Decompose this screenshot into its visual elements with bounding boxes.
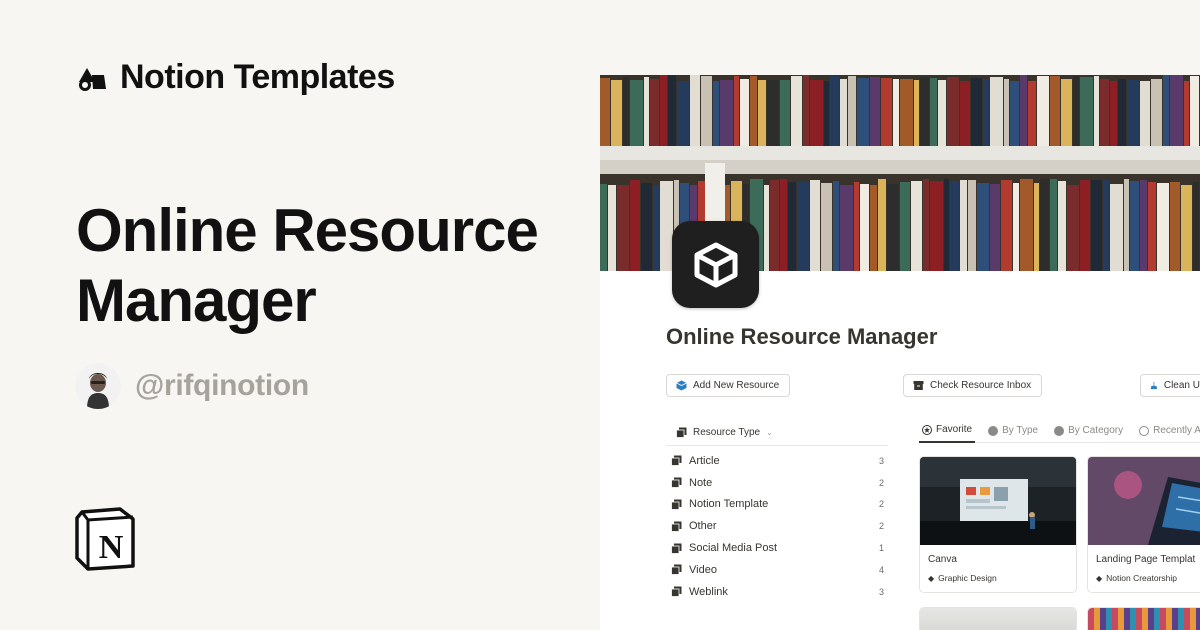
resource-type-header[interactable]: Resource Type ⌄ — [666, 419, 888, 446]
card-cover-image — [1088, 457, 1200, 545]
tab-favorite[interactable]: Favorite — [919, 419, 976, 443]
add-resource-button[interactable]: Add New Resource — [666, 374, 790, 397]
list-item-count: 4 — [878, 564, 884, 575]
document-stack-icon — [671, 477, 682, 489]
star-icon — [922, 424, 932, 435]
resource-type-list: Article 3 Note 2 Notion Template 2 Other 2 Socia… — [666, 450, 888, 603]
card-tag-label: Graphic Design — [938, 573, 997, 583]
list-item[interactable]: Social Media Post 1 — [666, 537, 888, 559]
list-item[interactable]: Video 4 — [666, 559, 888, 581]
archive-icon — [913, 381, 924, 390]
check-inbox-button[interactable]: Check Resource Inbox — [903, 374, 1042, 397]
filled-circle-icon — [988, 425, 999, 436]
circle-outline-icon — [1139, 425, 1150, 436]
clean-up-button[interactable]: Clean U — [1140, 374, 1200, 397]
brand-name: Notion Templates — [120, 58, 395, 96]
card-tag-label: Notion Creatorship — [1106, 573, 1178, 583]
tag-icon: ◆ — [928, 573, 935, 583]
document-stack-icon — [671, 455, 682, 467]
broom-icon — [1150, 381, 1158, 390]
view-tabs: Favorite By Type By Category Recently A — [919, 419, 1200, 443]
tab-by-category-label: By Category — [1068, 425, 1124, 436]
tab-by-category[interactable]: By Category — [1051, 419, 1126, 443]
list-item-label: Other — [689, 520, 717, 533]
list-item[interactable]: Weblink 3 — [666, 581, 888, 603]
cube-color-icon — [676, 380, 687, 391]
notion-logo-icon: N — [75, 507, 135, 571]
card-tag: ◆ Notion Creatorship — [1088, 570, 1200, 592]
shapes-logo-icon — [79, 67, 106, 91]
person-icon — [75, 363, 121, 409]
page-icon[interactable] — [672, 221, 759, 308]
document-stack-icon — [671, 564, 682, 576]
list-item-label: Notion Template — [689, 498, 769, 511]
add-resource-label: Add New Resource — [693, 380, 780, 391]
chevron-down-icon: ⌄ — [766, 427, 773, 437]
document-stack-icon — [676, 427, 687, 438]
list-item[interactable]: Note 2 — [666, 472, 888, 494]
resource-card-canva[interactable]: Canva ◆ Graphic Design — [919, 456, 1077, 593]
card-cover-image — [1088, 608, 1200, 630]
card-tag: ◆ Graphic Design — [920, 570, 1076, 592]
list-item-label: Weblink — [689, 585, 728, 598]
document-stack-icon — [671, 543, 682, 554]
tab-by-type-label: By Type — [1002, 425, 1039, 436]
cube-icon — [694, 242, 737, 287]
tab-by-type[interactable]: By Type — [985, 419, 1041, 443]
template-preview: Online Resource Manager Add New Resource… — [600, 75, 1200, 630]
list-item[interactable]: Article 3 — [666, 450, 888, 472]
resource-card-partial[interactable] — [1087, 607, 1200, 630]
tab-recently-label: Recently A — [1153, 425, 1200, 436]
page-title: Online Resource Manager — [666, 324, 938, 349]
tab-recently-added[interactable]: Recently A — [1136, 419, 1200, 443]
list-item-count: 3 — [878, 455, 884, 466]
avatar — [75, 363, 121, 409]
card-title: Canva — [928, 554, 957, 565]
filled-circle-icon — [1054, 425, 1065, 436]
card-cover-image — [920, 457, 1076, 545]
document-stack-icon — [671, 521, 682, 532]
tab-favorite-label: Favorite — [936, 424, 973, 435]
author-handle: @rifqinotion — [135, 369, 309, 402]
list-item-count: 3 — [878, 586, 884, 597]
resource-type-label: Resource Type — [693, 426, 761, 438]
list-item-label: Social Media Post — [689, 542, 778, 555]
list-item-count: 2 — [878, 521, 884, 532]
list-item-label: Note — [689, 476, 713, 489]
hero-title: Online Resource Manager — [76, 197, 539, 334]
list-item-count: 2 — [878, 499, 884, 510]
list-item-label: Video — [689, 563, 717, 576]
list-item-count: 1 — [878, 543, 884, 554]
document-stack-icon — [671, 586, 682, 598]
card-cover-image — [920, 608, 1076, 630]
author[interactable]: @rifqinotion — [75, 363, 309, 409]
brand: Notion Templates — [76, 58, 395, 97]
resource-card-landing-page[interactable]: Landing Page Templat ◆ Notion Creatorshi… — [1087, 456, 1200, 593]
check-inbox-label: Check Resource Inbox — [930, 380, 1032, 391]
list-item[interactable]: Other 2 — [666, 515, 888, 537]
list-item-count: 2 — [878, 477, 884, 488]
document-stack-icon — [671, 499, 682, 510]
list-item-label: Article — [689, 454, 720, 467]
svg-text:N: N — [99, 529, 124, 566]
tag-icon: ◆ — [1096, 573, 1103, 583]
card-title: Landing Page Templat — [1096, 554, 1196, 565]
resource-card-partial[interactable] — [919, 607, 1077, 630]
clean-up-label: Clean U — [1163, 380, 1200, 391]
list-item[interactable]: Notion Template 2 — [666, 494, 888, 516]
